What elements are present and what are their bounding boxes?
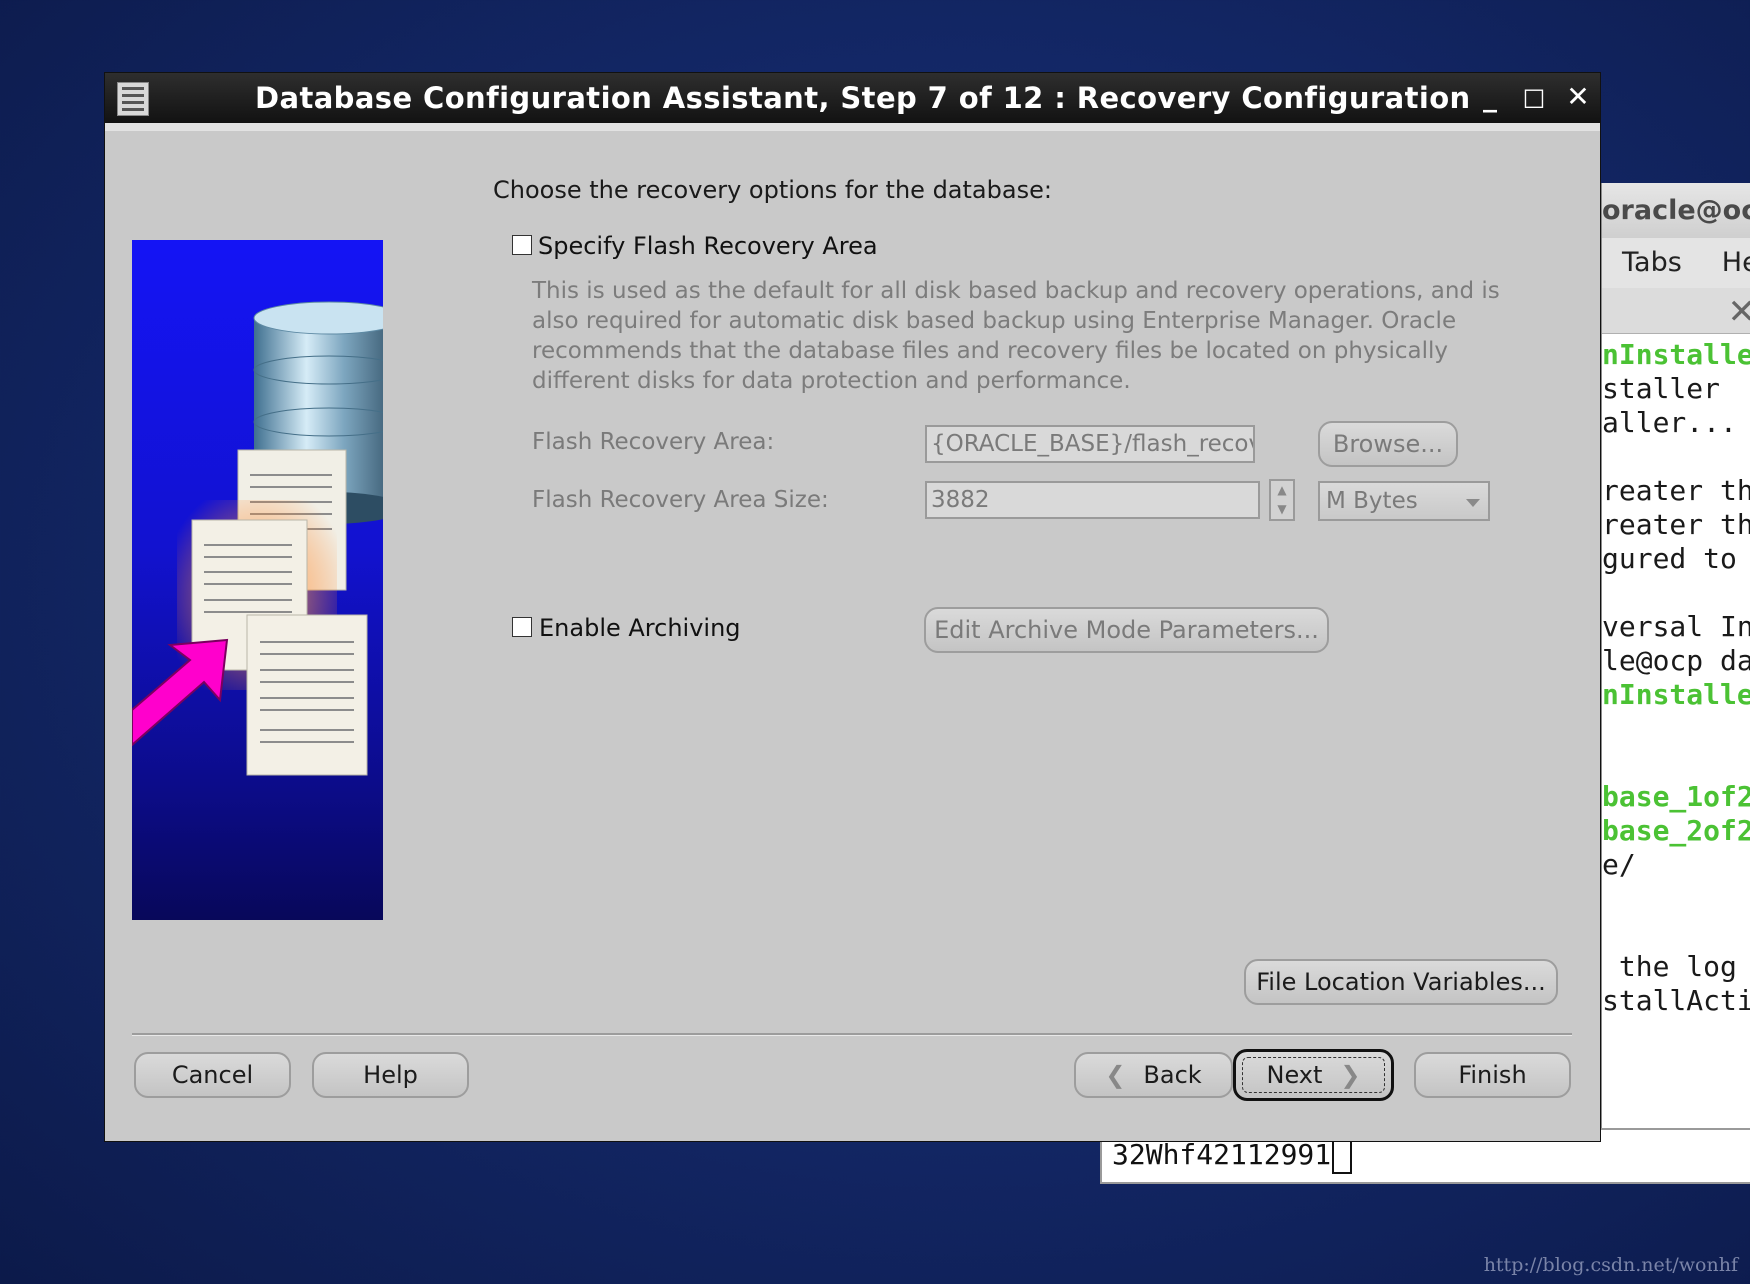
- terminal-line: e/: [1602, 848, 1636, 881]
- browse-button[interactable]: Browse...: [1318, 421, 1458, 467]
- back-button-label: Back: [1143, 1061, 1202, 1089]
- enable-archiving-checkbox[interactable]: [512, 617, 532, 637]
- file-location-variables-button[interactable]: File Location Variables...: [1244, 959, 1558, 1005]
- finish-button[interactable]: Finish: [1414, 1052, 1571, 1098]
- terminal-output: nInstallestalleraller... reater thareate…: [1602, 338, 1750, 1018]
- menu-help[interactable]: Hel: [1722, 247, 1750, 278]
- database-documents-graphic: [132, 301, 383, 776]
- flash-size-field[interactable]: 3882: [925, 481, 1260, 519]
- flash-recovery-checkbox-label[interactable]: Specify Flash Recovery Area: [538, 232, 878, 260]
- flash-area-field[interactable]: {ORACLE_BASE}/flash_recovery_: [925, 425, 1255, 463]
- chevron-left-icon: ❮: [1105, 1061, 1126, 1089]
- terminal-window[interactable]: oracle@oc TabsHel ✕ nInstallestalleralle…: [1600, 183, 1750, 1184]
- terminal-line: stallActio: [1602, 984, 1750, 1017]
- close-icon[interactable]: ✕: [1560, 79, 1596, 115]
- terminal-line: base_1of2.: [1602, 780, 1750, 813]
- title-bar[interactable]: Database Configuration Assistant, Step 7…: [105, 73, 1600, 123]
- maximize-icon[interactable]: □: [1516, 79, 1552, 115]
- terminal-menubar: Tabs Hel: [1602, 238, 1750, 288]
- spin-up-icon[interactable]: ▲: [1271, 481, 1293, 500]
- text-cursor: [1332, 1138, 1353, 1174]
- cancel-button[interactable]: Cancel: [134, 1052, 291, 1098]
- terminal-line: reater tha: [1602, 508, 1750, 541]
- document-lower: [246, 614, 368, 776]
- flash-area-label: Flash Recovery Area:: [532, 429, 775, 455]
- terminal-line: le@ocp dat: [1602, 644, 1750, 677]
- next-button[interactable]: Next ❯: [1233, 1049, 1394, 1101]
- window-title: Database Configuration Assistant, Step 7…: [255, 81, 1471, 115]
- app-icon: [117, 82, 149, 116]
- terminal-tabbar: ✕: [1602, 288, 1750, 334]
- minimize-icon[interactable]: _: [1472, 79, 1508, 115]
- flash-recovery-checkbox[interactable]: [512, 235, 532, 255]
- terminal-line: aller...: [1602, 406, 1737, 439]
- terminal-line: nInstalle: [1602, 338, 1750, 371]
- terminal-line: reater tha: [1602, 474, 1750, 507]
- terminal-input-text: 32Whf42112991: [1112, 1138, 1332, 1171]
- size-spinner[interactable]: ▲ ▼: [1269, 479, 1295, 521]
- dbca-dialog: Database Configuration Assistant, Step 7…: [104, 72, 1601, 1142]
- focus-ring: [1242, 1057, 1385, 1093]
- spin-down-icon[interactable]: ▼: [1271, 500, 1293, 519]
- watermark: http://blog.csdn.net/wonhf: [1483, 1254, 1738, 1276]
- flash-size-label: Flash Recovery Area Size:: [532, 487, 829, 513]
- terminal-line: versal Ins: [1602, 610, 1750, 643]
- button-separator: [132, 1033, 1572, 1036]
- terminal-title: oracle@oc: [1602, 183, 1750, 238]
- recovery-illustration: [132, 240, 383, 920]
- terminal-line: staller: [1602, 372, 1721, 405]
- enable-archiving-label[interactable]: Enable Archiving: [539, 614, 741, 642]
- menu-tabs[interactable]: Tabs: [1622, 247, 1682, 278]
- chevron-down-icon: [1466, 499, 1480, 507]
- close-tab-icon[interactable]: ✕: [1728, 292, 1750, 332]
- recovery-prompt: Choose the recovery options for the data…: [493, 176, 1052, 204]
- edit-archive-params-button[interactable]: Edit Archive Mode Parameters...: [924, 607, 1329, 653]
- help-button[interactable]: Help: [312, 1052, 469, 1098]
- terminal-line: gured to: [1602, 542, 1737, 575]
- size-unit-select[interactable]: M Bytes: [1318, 481, 1490, 521]
- terminal-line: base_2of2.: [1602, 814, 1750, 847]
- terminal-line: the log o: [1618, 950, 1737, 983]
- flash-recovery-description: This is used as the default for all disk…: [532, 278, 1500, 394]
- back-button[interactable]: ❮ Back: [1074, 1052, 1233, 1098]
- terminal-line: nInstalle: [1602, 678, 1750, 711]
- title-separator: [105, 123, 1600, 131]
- size-unit-value: M Bytes: [1326, 488, 1418, 514]
